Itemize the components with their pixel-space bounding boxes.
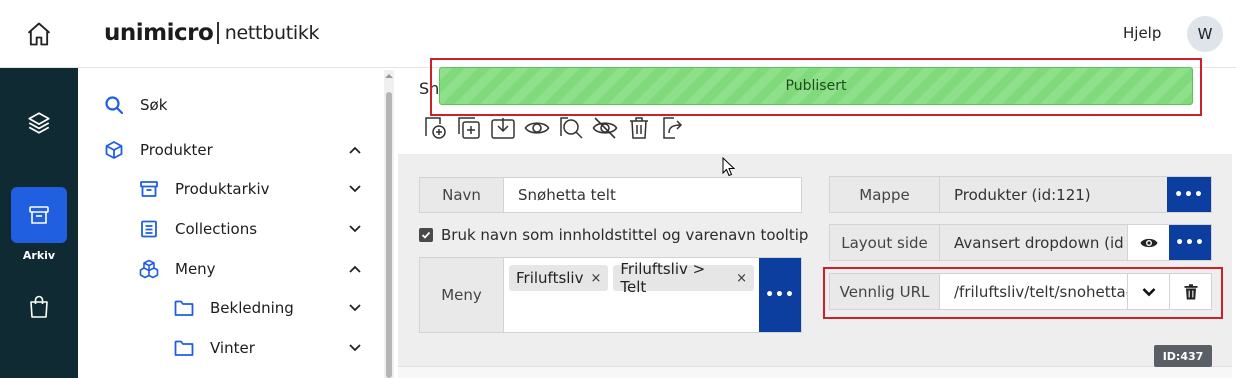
- brand-sub: nettbutikk: [224, 22, 320, 44]
- layout-label: Layout side: [830, 225, 940, 260]
- navn-input[interactable]: Snøhetta telt: [504, 178, 801, 212]
- home-icon: [27, 22, 51, 46]
- sidebar-item-label: Søk: [140, 96, 168, 114]
- rail-layers-button[interactable]: [11, 95, 67, 151]
- product-toolbar: [421, 114, 687, 142]
- brand-logo[interactable]: unimicro nettbutikk: [104, 20, 320, 46]
- menu-tag-label: Friluftsliv > Telt: [620, 260, 706, 296]
- trash-icon: [630, 117, 648, 139]
- navn-label: Navn: [420, 178, 504, 212]
- help-link[interactable]: Hjelp: [1123, 24, 1161, 42]
- id-badge: ID:437: [1154, 345, 1212, 367]
- remove-tag-icon[interactable]: ×: [736, 271, 747, 286]
- meny-more-button[interactable]: •••: [759, 258, 801, 332]
- cube-icon: [104, 140, 124, 160]
- layers-icon: [28, 112, 50, 134]
- duplicate-icon: [458, 117, 480, 139]
- share-icon: [663, 117, 683, 139]
- folder-icon: [174, 298, 194, 318]
- meny-label: Meny: [420, 258, 504, 332]
- shopping-bag-icon: [30, 295, 48, 318]
- export-button[interactable]: [659, 114, 687, 142]
- zoom-document-icon: [560, 117, 583, 139]
- folder-icon: [174, 338, 194, 358]
- meny-tag-input[interactable]: Friluftsliv × Friluftsliv > Telt ×: [504, 258, 759, 332]
- sidebar-item-vinter[interactable]: Vinter: [174, 336, 255, 360]
- title-tooltip-checkbox-row[interactable]: Bruk navn som innholdstittel og varenavn…: [419, 226, 808, 244]
- eye-off-icon: [592, 117, 618, 139]
- sidebar-item-collections[interactable]: Collections: [139, 217, 257, 241]
- sidebar-item-label: Meny: [175, 260, 216, 278]
- chevron-down-icon[interactable]: [348, 301, 362, 315]
- content-footer: [398, 366, 1232, 378]
- sidebar-item-produktarkiv[interactable]: Produktarkiv: [139, 177, 269, 201]
- publish-toast: Publisert: [439, 67, 1193, 105]
- navn-field: Navn Snøhetta telt: [419, 177, 802, 213]
- layout-value: Avansert dropdown (id: [940, 225, 1127, 260]
- menu-tag-label: Friluftsliv: [516, 269, 584, 287]
- list-icon: [139, 219, 159, 239]
- more-dots-icon: •••: [765, 287, 795, 303]
- search-icon: [104, 95, 124, 115]
- delete-button[interactable]: [625, 114, 653, 142]
- archive-box-icon: [139, 179, 159, 199]
- chevron-up-icon[interactable]: [348, 262, 362, 276]
- mappe-value: Produkter (id:121): [940, 177, 1167, 212]
- mappe-field: Mappe Produkter (id:121) •••: [829, 176, 1212, 213]
- rail-shop-button[interactable]: [11, 279, 67, 335]
- scroll-up-icon[interactable]: [385, 72, 393, 80]
- layout-more-button[interactable]: •••: [1169, 225, 1211, 260]
- layout-preview-button[interactable]: [1127, 225, 1169, 260]
- chevron-up-icon[interactable]: [348, 143, 362, 157]
- menu-tag: Friluftsliv ×: [509, 265, 609, 291]
- download-icon: [491, 118, 515, 139]
- mappe-more-button[interactable]: •••: [1167, 177, 1211, 212]
- archive-icon: [29, 206, 49, 224]
- unpublish-button[interactable]: [591, 114, 619, 142]
- rail-archive-label: Arkiv: [22, 249, 56, 262]
- layout-field: Layout side Avansert dropdown (id •••: [829, 224, 1212, 261]
- more-dots-icon: •••: [1175, 234, 1205, 251]
- duplicate-button[interactable]: [455, 114, 483, 142]
- more-dots-icon: •••: [1174, 186, 1204, 203]
- chevron-down-icon[interactable]: [348, 341, 362, 355]
- mouse-cursor-icon: [722, 157, 736, 177]
- brand-main: unimicro: [104, 20, 214, 46]
- sidebar-item-label: Bekledning: [210, 299, 294, 317]
- cubes-icon: [139, 259, 159, 279]
- checkbox-label: Bruk navn som innholdstittel og varenavn…: [441, 226, 809, 244]
- add-new-button[interactable]: [421, 114, 449, 142]
- sidebar-item-meny[interactable]: Meny: [139, 257, 216, 281]
- nav-rail: Arkiv: [0, 68, 78, 378]
- menu-tag: Friluftsliv > Telt ×: [613, 260, 754, 296]
- sidebar-item-search[interactable]: Søk: [104, 93, 167, 117]
- remove-tag-icon[interactable]: ×: [590, 271, 601, 286]
- chevron-down-icon[interactable]: [348, 182, 362, 196]
- save-button[interactable]: [489, 114, 517, 142]
- checkmark-icon: [421, 231, 431, 239]
- preview-button[interactable]: [523, 114, 551, 142]
- sidebar-item-bekledning[interactable]: Bekledning: [174, 296, 294, 320]
- sidebar-item-produkter[interactable]: Produkter: [104, 138, 213, 162]
- toast-message: Publisert: [785, 78, 847, 94]
- title-tooltip-checkbox[interactable]: [419, 228, 433, 242]
- chevron-down-icon[interactable]: [348, 222, 362, 236]
- brand-separator: [217, 22, 219, 44]
- meny-field: Meny Friluftsliv × Friluftsliv > Telt × ••…: [419, 257, 802, 333]
- sidebar-item-label: Produkter: [140, 141, 213, 159]
- rail-archive-button[interactable]: [11, 187, 67, 243]
- home-button[interactable]: [0, 0, 78, 68]
- sidebar-item-label: Collections: [175, 220, 258, 238]
- url-highlight-frame: [823, 267, 1223, 319]
- sidebar-scroll-thumb[interactable]: [386, 92, 392, 378]
- eye-icon: [1140, 238, 1157, 247]
- eye-icon: [524, 122, 550, 134]
- sidebar-item-label: Vinter: [210, 339, 255, 357]
- search-preview-button[interactable]: [557, 114, 585, 142]
- add-document-icon: [425, 117, 446, 139]
- sidebar-item-label: Produktarkiv: [175, 180, 270, 198]
- mappe-label: Mappe: [830, 177, 940, 212]
- user-avatar[interactable]: W: [1187, 16, 1223, 52]
